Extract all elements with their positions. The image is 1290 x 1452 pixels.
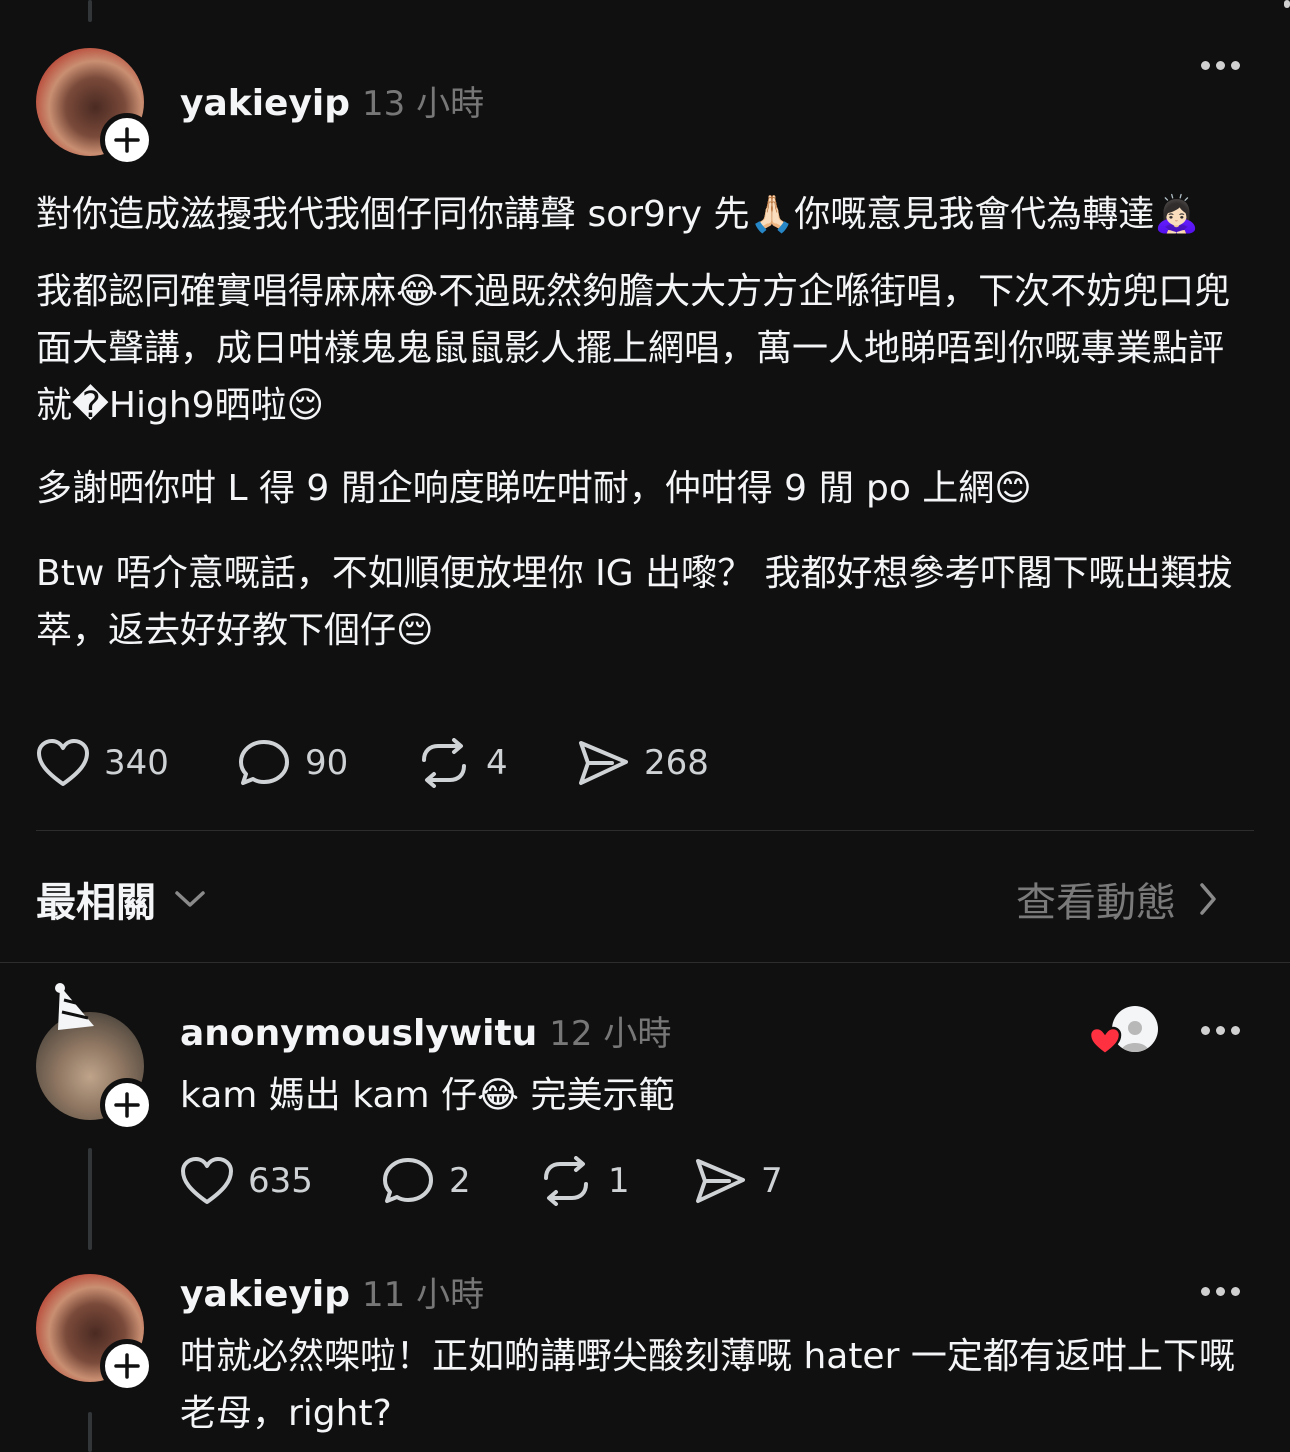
timestamp: 12 小時	[549, 1014, 672, 1054]
scrollbar[interactable]	[1284, 0, 1290, 8]
more-dots-icon	[1201, 1287, 1210, 1296]
like-button[interactable]: 635	[180, 1156, 313, 1206]
repost-count: 4	[486, 743, 508, 783]
speech-bubble-icon	[383, 1158, 433, 1203]
party-hat-icon	[55, 983, 94, 1030]
more-options-button[interactable]	[1201, 1026, 1240, 1035]
section-divider	[0, 962, 1290, 963]
liked-by-author-badge	[1088, 1006, 1160, 1058]
username[interactable]: yakieyip	[180, 1274, 350, 1315]
paper-plane-icon	[579, 741, 628, 785]
heart-icon	[37, 739, 89, 786]
divider	[36, 830, 1254, 831]
follow-button[interactable]	[100, 1339, 154, 1393]
reply-text: 咁就必然㗎啦！正如啲講嘢尖酸刻薄嘅 hater 一定都有返咁上下嘅老母，righ…	[180, 1336, 1235, 1434]
thread-connector	[88, 1412, 92, 1452]
comment-button[interactable]: 2	[381, 1156, 471, 1206]
timestamp: 13 小時	[362, 84, 485, 124]
more-options-button[interactable]	[1201, 1287, 1240, 1296]
share-count: 268	[644, 743, 709, 783]
reply-header: yakieyip 11 小時	[180, 1267, 484, 1316]
like-button[interactable]: 340	[36, 738, 169, 788]
post-paragraph: Btw 唔介意嘅話，不如順便放埋你 IG 出嚟？ 我都好想參考吓閣下嘅出類拔萃，…	[36, 553, 1233, 651]
plus-icon	[114, 1353, 140, 1379]
heart-icon	[181, 1157, 233, 1204]
follow-button[interactable]	[100, 1078, 154, 1132]
reply-text: kam 媽出 kam 仔😂 完美示範	[180, 1075, 675, 1116]
timestamp: 11 小時	[362, 1275, 485, 1315]
thread-connector	[88, 1148, 92, 1250]
reply-header: anonymouslywitu 12 小時	[180, 1006, 671, 1055]
post-header: yakieyip 13 小時	[180, 76, 484, 125]
paper-plane-icon	[696, 1159, 745, 1203]
like-count: 635	[248, 1161, 313, 1201]
comment-button[interactable]: 90	[237, 738, 348, 788]
repost-button[interactable]: 1	[538, 1156, 630, 1206]
repost-icon	[544, 1156, 588, 1206]
post-paragraph: 我都認同確實唱得麻麻😂不過既然夠膽大大方方企喺街唱，下次不妨兜口兜面大聲講，成日…	[36, 271, 1231, 426]
share-count: 7	[761, 1161, 783, 1201]
plus-icon	[114, 1092, 140, 1118]
thread-connector-top	[88, 0, 92, 22]
more-options-button[interactable]	[1201, 61, 1240, 70]
heart-badge-icon	[1088, 1026, 1122, 1056]
sort-label: 最相關	[36, 880, 156, 926]
repost-count: 1	[608, 1161, 630, 1201]
share-button[interactable]: 268	[576, 738, 709, 788]
speech-bubble-icon	[239, 740, 289, 785]
comment-count: 90	[305, 743, 349, 783]
username[interactable]: anonymouslywitu	[180, 1013, 537, 1054]
more-dots-icon	[1201, 61, 1210, 70]
post-paragraph: 多謝晒你咁 L 得 9 閒企响度睇咗咁耐，仲咁得 9 閒 po 上網😊	[36, 468, 1032, 509]
repost-icon	[422, 738, 466, 788]
sort-dropdown[interactable]: 最相關	[36, 870, 206, 928]
follow-button[interactable]	[100, 113, 154, 167]
chevron-down-icon	[175, 891, 205, 907]
view-activity-link[interactable]: 查看動態	[1016, 870, 1218, 928]
username[interactable]: yakieyip	[180, 83, 350, 124]
repost-button[interactable]: 4	[416, 738, 508, 788]
view-activity-label: 查看動態	[1016, 880, 1176, 926]
comment-count: 2	[449, 1161, 471, 1201]
post-paragraph: 對你造成滋擾我代我個仔同你講聲 sor9ry 先🙏🏻你嘅意見我會代為轉達🙇🏻‍♀…	[36, 194, 1200, 235]
post-body: 對你造成滋擾我代我個仔同你講聲 sor9ry 先🙏🏻你嘅意見我會代為轉達🙇🏻‍♀…	[36, 186, 1258, 659]
like-count: 340	[104, 743, 169, 783]
chevron-right-icon	[1200, 883, 1216, 915]
share-button[interactable]: 7	[693, 1156, 783, 1206]
plus-icon	[114, 127, 140, 153]
more-dots-icon	[1201, 1026, 1210, 1035]
